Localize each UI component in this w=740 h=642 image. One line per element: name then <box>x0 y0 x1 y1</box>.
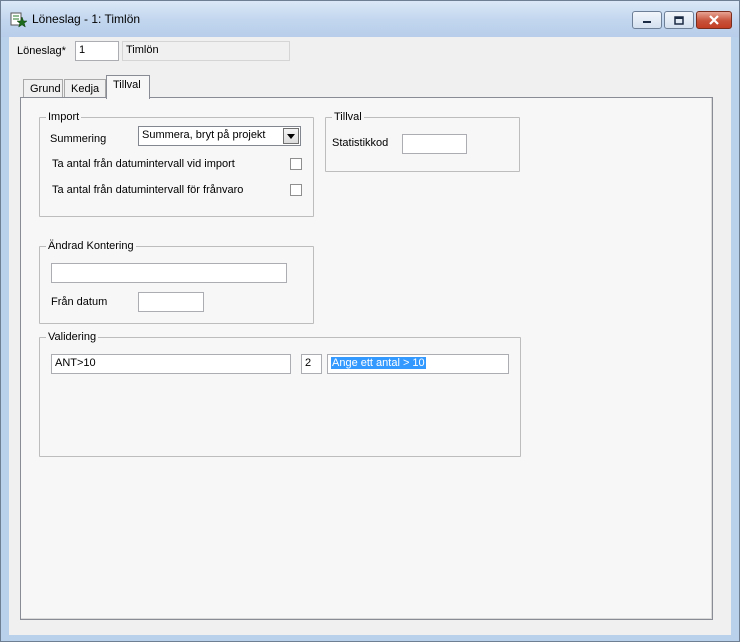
title-bar[interactable]: Löneslag - 1: Timlön <box>1 1 739 37</box>
minimize-button[interactable] <box>632 11 662 29</box>
validering-level-input[interactable]: 2 <box>301 354 322 374</box>
import-group-title: Import <box>46 111 82 123</box>
tab-page-tillval: Import Summering Summera, bryt på projek… <box>20 97 713 620</box>
loneslag-name-field: Timlön <box>122 41 290 61</box>
statistikkod-label: Statistikkod <box>332 137 389 149</box>
andrad-kontering-title: Ändrad Kontering <box>46 240 136 252</box>
fran-datum-input[interactable] <box>138 292 204 312</box>
checkbox-franvaro[interactable] <box>290 184 302 196</box>
tillval-group-title: Tillval <box>332 111 364 123</box>
checkbox-import[interactable] <box>290 158 302 170</box>
tab-grund[interactable]: Grund <box>23 79 63 99</box>
kontering-input[interactable] <box>51 263 287 283</box>
window-title: Löneslag - 1: Timlön <box>32 12 141 26</box>
chevron-down-icon <box>287 133 295 139</box>
dropdown-button[interactable] <box>283 128 299 144</box>
checkbox-import-label: Ta antal från datumintervall vid import <box>52 158 235 170</box>
client-area: Löneslag* 1 Timlön Grund Kedja Tillval I… <box>9 37 731 635</box>
app-icon <box>10 11 28 29</box>
import-group: Import Summering Summera, bryt på projek… <box>39 111 314 217</box>
close-icon <box>709 15 719 25</box>
summering-select[interactable]: Summera, bryt på projekt <box>138 126 301 146</box>
selected-text: Ange ett antal > 10 <box>331 357 426 369</box>
application-window: Löneslag - 1: Timlön Löneslag* 1 Timlön … <box>0 0 740 642</box>
minimize-icon <box>643 21 651 23</box>
andrad-kontering-group: Ändrad Kontering Från datum <box>39 240 314 324</box>
maximize-icon <box>674 15 684 25</box>
fran-datum-label: Från datum <box>51 296 108 308</box>
validering-expression-input[interactable]: ANT>10 <box>51 354 291 374</box>
validering-group: Validering ANT>10 2 Ange ett antal > 10 <box>39 331 521 457</box>
close-button[interactable] <box>696 11 732 29</box>
tillval-group: Tillval Statistikkod <box>325 111 520 172</box>
maximize-button[interactable] <box>664 11 694 29</box>
validering-title: Validering <box>46 331 99 343</box>
loneslag-label: Löneslag* <box>17 45 66 57</box>
validering-message-input[interactable]: Ange ett antal > 10 <box>327 354 509 374</box>
statistikkod-input[interactable] <box>402 134 467 154</box>
summering-label: Summering <box>50 133 107 145</box>
checkbox-franvaro-label: Ta antal från datumintervall för frånvar… <box>52 184 244 196</box>
loneslag-number-input[interactable]: 1 <box>75 41 119 61</box>
summering-selected-value: Summera, bryt på projekt <box>142 129 266 141</box>
tab-kedja[interactable]: Kedja <box>64 79 106 99</box>
tab-tillval[interactable]: Tillval <box>106 75 150 99</box>
